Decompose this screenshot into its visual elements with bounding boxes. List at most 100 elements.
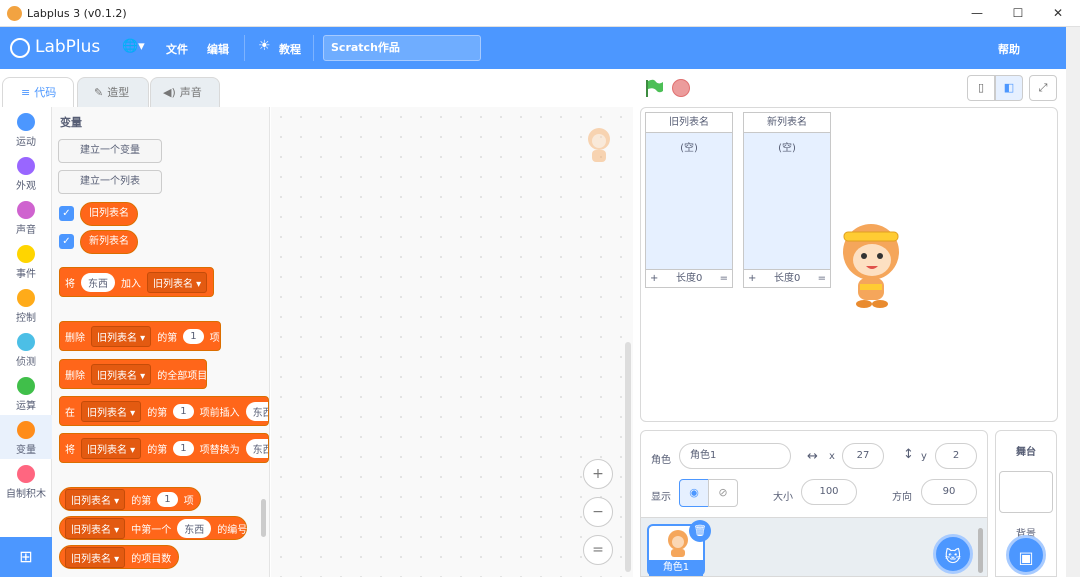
language-menu[interactable]: 🌐▾ [122,39,145,54]
y-label: y [921,451,927,462]
sprite-name-input[interactable]: 角色1 [679,443,791,469]
tab-costumes[interactable]: ✎ 造型 [77,77,149,107]
sprite-tile-name: 角色1 [649,560,703,576]
y-input[interactable]: 2 [935,443,977,469]
small-stage-button[interactable]: ▯ [967,75,995,101]
block-text: 的第 [147,444,168,456]
logo-icon [10,38,30,58]
list-dropdown[interactable]: 旧列表名 ▾ [65,546,126,568]
stop-icon[interactable] [672,79,690,97]
project-name-input[interactable]: Scratch作品 [323,35,481,61]
show-hidden-button[interactable]: ⊘ [708,479,738,507]
item-input[interactable]: 东西 [81,272,115,292]
delete-item-block[interactable]: 删除 旧列表名 ▾ 的第 1 项 [59,321,221,351]
length-of-list-reporter[interactable]: 旧列表名 ▾ 的项目数 [59,545,179,569]
category-variables[interactable]: 变量 [0,415,52,459]
extension-icon: ⊞ [19,547,33,566]
list1-checkbox[interactable]: ✓ [59,206,74,221]
block-text: 将 [65,278,75,290]
x-input[interactable]: 27 [842,443,884,469]
category-looks[interactable]: 外观 [0,151,52,195]
add-item-button[interactable]: + [650,270,658,288]
list-dropdown[interactable]: 旧列表名 ▾ [65,517,126,539]
add-item-button[interactable]: + [748,270,756,288]
sprite-list-scrollbar[interactable] [978,528,983,573]
green-flag-icon[interactable] [644,78,664,98]
insert-item-block[interactable]: 在 旧列表名 ▾ 的第 1 项前插入 东西 [59,396,269,426]
replace-item-block[interactable]: 将 旧列表名 ▾ 的第 1 项替换为 东西 [59,433,269,463]
code-workspace[interactable]: + − = [271,107,633,577]
list-monitor-new[interactable]: 新列表名 (空) + 长度0 = [743,112,831,288]
item-input[interactable]: 东西 [245,438,268,458]
zoom-in-button[interactable]: + [583,459,613,489]
tab-sounds[interactable]: ◀) 声音 [150,77,220,107]
monitor-title: 旧列表名 [646,113,732,133]
list-dropdown[interactable]: 旧列表名 ▾ [91,325,152,347]
index-of-item-reporter[interactable]: 旧列表名 ▾ 中第一个 东西 的编号 [59,516,247,540]
category-events[interactable]: 事件 [0,239,52,283]
resize-handle[interactable]: = [720,270,728,288]
fullscreen-button[interactable]: ⤢ [1029,75,1057,101]
block-text: 项前插入 [199,407,240,419]
make-list-button[interactable]: 建立一个列表 [58,170,162,194]
monkey-sprite[interactable] [838,218,904,310]
index-input[interactable]: 1 [173,403,194,419]
category-my-blocks[interactable]: 自制积木 [0,459,52,503]
delete-all-block[interactable]: 删除 旧列表名 ▾ 的全部项目 [59,359,207,389]
sprite-info-panel: 角色 角色1 ↔ x 27 ↕ y 2 显示 ◉ ⊘ 大小 100 方向 90 [640,430,988,522]
category-sound[interactable]: 声音 [0,195,52,239]
list-dropdown[interactable]: 旧列表名 ▾ [81,400,142,422]
item-input[interactable]: 东西 [245,401,268,421]
index-input[interactable]: 1 [173,440,194,456]
list1-reporter[interactable]: 旧列表名 [80,202,138,226]
logo-text[interactable]: LabPlus [35,37,100,57]
category-dot [17,421,35,439]
close-button[interactable]: ✕ [1048,4,1068,22]
category-dot [17,333,35,351]
list-monitor-old[interactable]: 旧列表名 (空) + 长度0 = [645,112,733,288]
file-menu[interactable]: 文件 [166,41,188,57]
make-variable-button[interactable]: 建立一个变量 [58,139,162,163]
index-input[interactable]: 1 [157,491,178,507]
item-of-list-reporter[interactable]: 旧列表名 ▾ 的第 1 项 [59,487,201,511]
monitor-footer: + 长度0 = [744,269,830,287]
add-to-list-block[interactable]: 将 东西 加入 旧列表名 ▾ [59,267,214,297]
help-menu[interactable]: 帮助 [998,41,1020,57]
eye-slash-icon: ⊘ [718,486,728,499]
show-visible-button[interactable]: ◉ [679,479,709,507]
minimize-button[interactable]: — [967,4,987,22]
window-scrollbar[interactable] [1066,27,1080,577]
list-dropdown[interactable]: 旧列表名 ▾ [147,271,208,293]
category-label: 声音 [16,225,36,236]
add-sprite-button[interactable]: 🐱 [933,534,973,574]
maximize-button[interactable]: ☐ [1008,4,1028,22]
index-input[interactable]: 1 [183,328,204,344]
size-input[interactable]: 100 [801,479,857,505]
backdrop-thumbnail[interactable] [999,471,1053,513]
category-control[interactable]: 控制 [0,283,52,327]
zoom-reset-button[interactable]: = [583,535,613,565]
item-input[interactable]: 东西 [177,518,212,538]
list-dropdown[interactable]: 旧列表名 ▾ [91,363,152,385]
list-dropdown[interactable]: 旧列表名 ▾ [81,437,142,459]
list-dropdown[interactable]: 旧列表名 ▾ [65,488,126,510]
normal-stage-button[interactable]: ◧ [995,75,1023,101]
zoom-out-button[interactable]: − [583,497,613,527]
category-motion[interactable]: 运动 [0,107,52,151]
add-extension-button[interactable]: ⊞ [0,537,52,577]
list2-checkbox[interactable]: ✓ [59,234,74,249]
direction-input[interactable]: 90 [921,479,977,505]
tab-code[interactable]: ≡ 代码 [2,77,74,107]
category-label: 运算 [16,401,36,412]
workspace-scrollbar[interactable] [625,342,631,572]
edit-menu[interactable]: 编辑 [207,41,229,57]
resize-handle[interactable]: = [818,270,826,288]
delete-sprite-button[interactable]: 🗑 [689,520,711,542]
palette-scrollbar[interactable] [261,499,266,537]
tutorial-menu[interactable]: 教程 [279,41,301,57]
category-sensing[interactable]: 侦测 [0,327,52,371]
category-operators[interactable]: 运算 [0,371,52,415]
add-backdrop-button[interactable]: ▣ [1006,535,1046,575]
stage-panel[interactable]: 舞台 背景 ▣ [995,430,1057,577]
list2-reporter[interactable]: 新列表名 [80,230,138,254]
